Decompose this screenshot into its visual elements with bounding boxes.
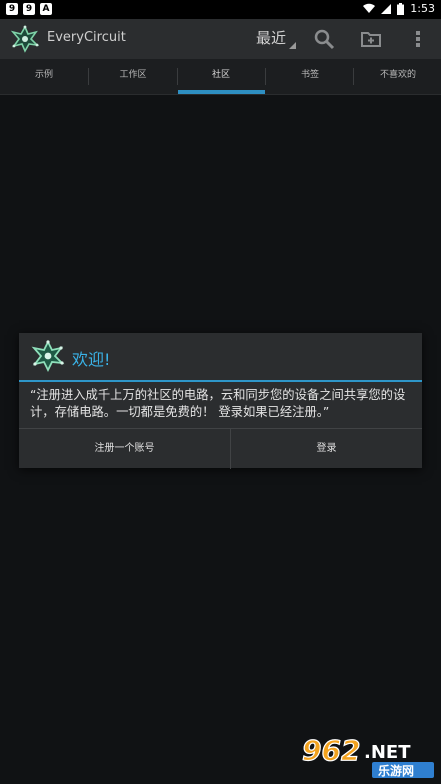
app-title: EveryCircuit <box>47 30 126 45</box>
tab-bookmarks[interactable]: 书签 <box>266 59 354 94</box>
tab-workspace[interactable]: 工作区 <box>89 59 177 94</box>
sort-dropdown-value: 最近 <box>256 29 287 47</box>
notification-badge: 9 <box>23 3 35 15</box>
search-icon[interactable] <box>313 28 335 50</box>
dropdown-arrow-icon <box>289 42 297 49</box>
dialog-message: “注册进入成千上万的社区的电路，云和同步您的设备之间共享您的设计，存储电路。一切… <box>30 388 406 419</box>
tab-examples[interactable]: 示例 <box>0 59 88 94</box>
dialog-button-row: 注册一个账号 登录 <box>19 428 422 469</box>
wifi-icon <box>363 3 376 13</box>
tab-label: 社区 <box>211 70 230 80</box>
welcome-dialog: 欢迎! “注册进入成千上万的社区的电路，云和同步您的设备之间共享您的设计，存储电… <box>19 333 422 469</box>
tab-disliked[interactable]: 不喜欢的 <box>354 59 441 94</box>
register-account-button[interactable]: 注册一个账号 <box>19 429 230 469</box>
tab-label: 书签 <box>300 70 319 80</box>
dialog-header: 欢迎! <box>19 333 422 380</box>
tab-community[interactable]: 社区 <box>177 59 265 94</box>
action-bar: EveryCircuit 最近 <box>0 19 441 59</box>
dialog-title-divider <box>19 380 422 382</box>
login-button[interactable]: 登录 <box>231 429 422 469</box>
watermark-suffix: .NET <box>364 742 411 763</box>
app-logo-icon[interactable] <box>10 24 40 54</box>
watermark-brand: 962 <box>302 734 360 767</box>
sort-dropdown[interactable]: 最近 <box>256 27 297 49</box>
clock: 1:53 <box>410 2 435 15</box>
new-circuit-icon[interactable] <box>360 28 382 50</box>
tab-label: 示例 <box>34 70 53 80</box>
status-bar: 9 9 A 1:53 <box>0 0 441 19</box>
selected-tab-indicator <box>178 90 265 94</box>
notification-badge: 9 <box>6 3 18 15</box>
watermark-subtitle: 乐游网 <box>378 763 414 778</box>
dialog-title: 欢迎! <box>72 350 111 369</box>
tab-bar: 示例 工作区 社区 书签 不喜欢的 <box>0 59 441 95</box>
cellular-signal-icon <box>381 3 392 14</box>
tab-label: 工作区 <box>119 70 147 80</box>
notification-badge: A <box>40 3 52 15</box>
tab-label: 不喜欢的 <box>379 70 416 80</box>
app-logo-icon <box>31 339 65 373</box>
overflow-menu-icon[interactable] <box>407 28 429 50</box>
battery-icon <box>397 2 405 15</box>
watermark-logo: 962 .NET 乐游网 <box>301 733 434 778</box>
